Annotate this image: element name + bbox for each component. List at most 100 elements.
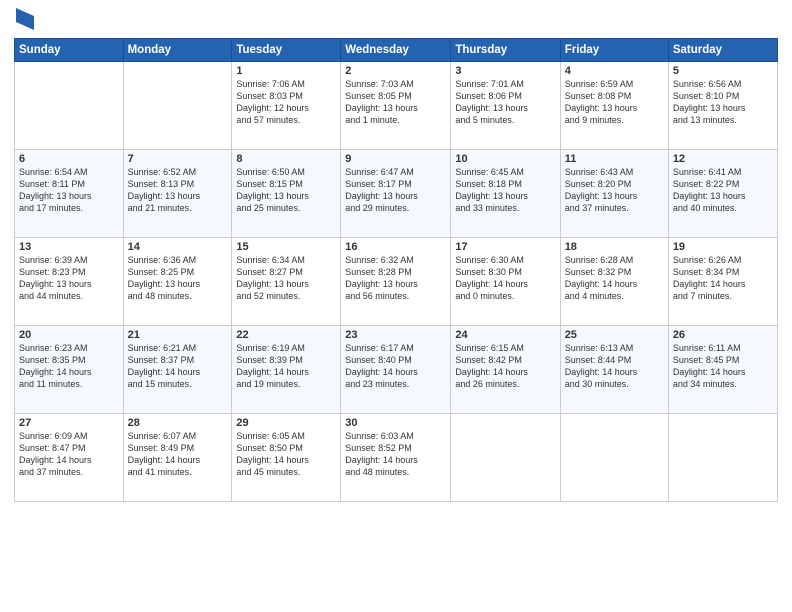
day-detail: Sunrise: 6:23 AM Sunset: 8:35 PM Dayligh… — [19, 343, 92, 389]
day-cell: 15 Sunrise: 6:34 AM Sunset: 8:27 PM Dayli… — [232, 238, 341, 326]
day-header-thursday: Thursday — [451, 39, 560, 62]
day-number: 11 — [565, 153, 664, 165]
day-cell: 30 Sunrise: 6:03 AM Sunset: 8:52 PM Dayli… — [341, 414, 451, 502]
day-number: 22 — [236, 329, 336, 341]
day-cell: 7 Sunrise: 6:52 AM Sunset: 8:13 PM Daylig… — [123, 150, 232, 238]
day-cell: 25 Sunrise: 6:13 AM Sunset: 8:44 PM Dayli… — [560, 326, 668, 414]
day-number: 30 — [345, 417, 446, 429]
day-number: 19 — [673, 241, 773, 253]
day-number: 7 — [128, 153, 228, 165]
day-detail: Sunrise: 6:19 AM Sunset: 8:39 PM Dayligh… — [236, 343, 309, 389]
day-number: 29 — [236, 417, 336, 429]
day-number: 20 — [19, 329, 119, 341]
week-row-5: 27 Sunrise: 6:09 AM Sunset: 8:47 PM Dayli… — [15, 414, 778, 502]
day-detail: Sunrise: 6:50 AM Sunset: 8:15 PM Dayligh… — [236, 167, 309, 213]
day-header-wednesday: Wednesday — [341, 39, 451, 62]
day-number: 14 — [128, 241, 228, 253]
day-cell: 1 Sunrise: 7:06 AM Sunset: 8:03 PM Daylig… — [232, 62, 341, 150]
day-number: 12 — [673, 153, 773, 165]
day-detail: Sunrise: 6:32 AM Sunset: 8:28 PM Dayligh… — [345, 255, 418, 301]
logo — [14, 10, 34, 30]
day-detail: Sunrise: 6:15 AM Sunset: 8:42 PM Dayligh… — [455, 343, 528, 389]
day-cell: 23 Sunrise: 6:17 AM Sunset: 8:40 PM Dayli… — [341, 326, 451, 414]
day-number: 1 — [236, 65, 336, 77]
week-row-2: 6 Sunrise: 6:54 AM Sunset: 8:11 PM Daylig… — [15, 150, 778, 238]
day-detail: Sunrise: 6:05 AM Sunset: 8:50 PM Dayligh… — [236, 431, 309, 477]
day-number: 17 — [455, 241, 555, 253]
day-detail: Sunrise: 6:41 AM Sunset: 8:22 PM Dayligh… — [673, 167, 746, 213]
day-detail: Sunrise: 6:36 AM Sunset: 8:25 PM Dayligh… — [128, 255, 201, 301]
day-cell: 6 Sunrise: 6:54 AM Sunset: 8:11 PM Daylig… — [15, 150, 124, 238]
day-number: 23 — [345, 329, 446, 341]
day-detail: Sunrise: 6:56 AM Sunset: 8:10 PM Dayligh… — [673, 79, 746, 125]
day-cell: 17 Sunrise: 6:30 AM Sunset: 8:30 PM Dayli… — [451, 238, 560, 326]
day-number: 10 — [455, 153, 555, 165]
day-number: 2 — [345, 65, 446, 77]
day-cell: 22 Sunrise: 6:19 AM Sunset: 8:39 PM Dayli… — [232, 326, 341, 414]
week-row-1: 1 Sunrise: 7:06 AM Sunset: 8:03 PM Daylig… — [15, 62, 778, 150]
day-number: 28 — [128, 417, 228, 429]
day-number: 9 — [345, 153, 446, 165]
day-detail: Sunrise: 6:52 AM Sunset: 8:13 PM Dayligh… — [128, 167, 201, 213]
day-cell — [451, 414, 560, 502]
day-number: 4 — [565, 65, 664, 77]
day-cell — [123, 62, 232, 150]
day-cell: 20 Sunrise: 6:23 AM Sunset: 8:35 PM Dayli… — [15, 326, 124, 414]
day-header-saturday: Saturday — [668, 39, 777, 62]
day-cell: 4Sunrise: 6:59 AM Sunset: 8:08 PM Daylig… — [560, 62, 668, 150]
day-number: 5 — [673, 65, 773, 77]
day-cell: 19 Sunrise: 6:26 AM Sunset: 8:34 PM Dayli… — [668, 238, 777, 326]
day-cell: 13Sunrise: 6:39 AM Sunset: 8:23 PM Dayli… — [15, 238, 124, 326]
day-cell: 12 Sunrise: 6:41 AM Sunset: 8:22 PM Dayli… — [668, 150, 777, 238]
day-cell: 27 Sunrise: 6:09 AM Sunset: 8:47 PM Dayli… — [15, 414, 124, 502]
day-detail: Sunrise: 6:30 AM Sunset: 8:30 PM Dayligh… — [455, 255, 528, 301]
calendar-table: SundayMondayTuesdayWednesdayThursdayFrid… — [14, 38, 778, 502]
day-number: 26 — [673, 329, 773, 341]
day-cell: 8 Sunrise: 6:50 AM Sunset: 8:15 PM Daylig… — [232, 150, 341, 238]
day-detail: Sunrise: 6:26 AM Sunset: 8:34 PM Dayligh… — [673, 255, 746, 301]
calendar-header-row: SundayMondayTuesdayWednesdayThursdayFrid… — [15, 39, 778, 62]
day-detail: Sunrise: 6:34 AM Sunset: 8:27 PM Dayligh… — [236, 255, 309, 301]
day-cell: 14 Sunrise: 6:36 AM Sunset: 8:25 PM Dayli… — [123, 238, 232, 326]
day-cell — [15, 62, 124, 150]
day-number: 13 — [19, 241, 119, 253]
day-number: 15 — [236, 241, 336, 253]
day-detail: Sunrise: 7:03 AM Sunset: 8:05 PM Dayligh… — [345, 79, 418, 125]
header — [14, 10, 778, 30]
day-header-sunday: Sunday — [15, 39, 124, 62]
day-cell: 26 Sunrise: 6:11 AM Sunset: 8:45 PM Dayli… — [668, 326, 777, 414]
day-detail: Sunrise: 6:47 AM Sunset: 8:17 PM Dayligh… — [345, 167, 418, 213]
day-detail: Sunrise: 6:17 AM Sunset: 8:40 PM Dayligh… — [345, 343, 418, 389]
day-detail: Sunrise: 7:06 AM Sunset: 8:03 PM Dayligh… — [236, 79, 309, 125]
day-detail: Sunrise: 6:11 AM Sunset: 8:45 PM Dayligh… — [673, 343, 746, 389]
day-cell: 24Sunrise: 6:15 AM Sunset: 8:42 PM Dayli… — [451, 326, 560, 414]
day-detail: Sunrise: 7:01 AM Sunset: 8:06 PM Dayligh… — [455, 79, 528, 125]
page: SundayMondayTuesdayWednesdayThursdayFrid… — [0, 0, 792, 612]
day-cell — [560, 414, 668, 502]
day-number: 8 — [236, 153, 336, 165]
day-detail: Sunrise: 6:21 AM Sunset: 8:37 PM Dayligh… — [128, 343, 201, 389]
day-cell — [668, 414, 777, 502]
day-number: 18 — [565, 241, 664, 253]
day-number: 25 — [565, 329, 664, 341]
day-header-tuesday: Tuesday — [232, 39, 341, 62]
day-detail: Sunrise: 6:09 AM Sunset: 8:47 PM Dayligh… — [19, 431, 92, 477]
week-row-3: 13Sunrise: 6:39 AM Sunset: 8:23 PM Dayli… — [15, 238, 778, 326]
day-cell: 3 Sunrise: 7:01 AM Sunset: 8:06 PM Daylig… — [451, 62, 560, 150]
day-number: 6 — [19, 153, 119, 165]
day-detail: Sunrise: 6:13 AM Sunset: 8:44 PM Dayligh… — [565, 343, 638, 389]
day-number: 3 — [455, 65, 555, 77]
day-cell: 5 Sunrise: 6:56 AM Sunset: 8:10 PM Daylig… — [668, 62, 777, 150]
day-detail: Sunrise: 6:28 AM Sunset: 8:32 PM Dayligh… — [565, 255, 638, 301]
day-number: 21 — [128, 329, 228, 341]
day-detail: Sunrise: 6:54 AM Sunset: 8:11 PM Dayligh… — [19, 167, 92, 213]
day-cell: 29 Sunrise: 6:05 AM Sunset: 8:50 PM Dayli… — [232, 414, 341, 502]
day-detail: Sunrise: 6:07 AM Sunset: 8:49 PM Dayligh… — [128, 431, 201, 477]
day-header-friday: Friday — [560, 39, 668, 62]
day-cell: 11 Sunrise: 6:43 AM Sunset: 8:20 PM Dayli… — [560, 150, 668, 238]
day-number: 16 — [345, 241, 446, 253]
day-detail: Sunrise: 6:03 AM Sunset: 8:52 PM Dayligh… — [345, 431, 418, 477]
day-detail: Sunrise: 6:43 AM Sunset: 8:20 PM Dayligh… — [565, 167, 638, 213]
day-cell: 10Sunrise: 6:45 AM Sunset: 8:18 PM Dayli… — [451, 150, 560, 238]
day-number: 27 — [19, 417, 119, 429]
